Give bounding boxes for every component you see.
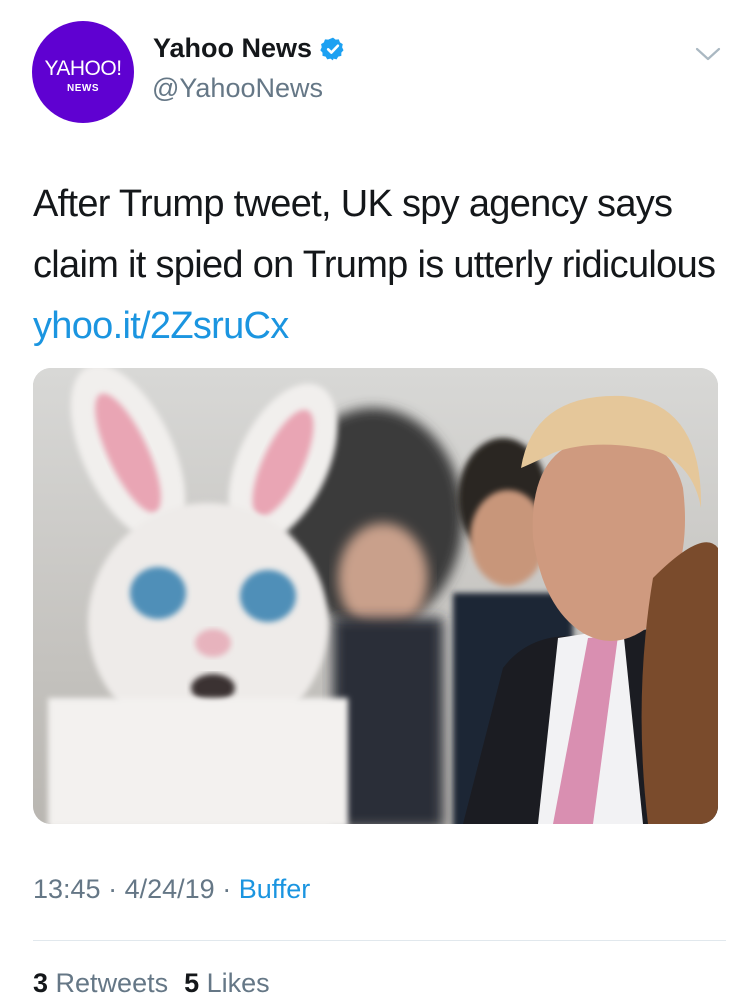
retweets-count: 3 xyxy=(33,968,49,998)
tweet-body: After Trump tweet, UK spy agency says cl… xyxy=(33,183,716,286)
meta-separator: · xyxy=(108,874,118,904)
photo-illustration xyxy=(33,368,718,824)
handle[interactable]: @YahooNews xyxy=(152,73,323,104)
tweet-stats: 3 Retweets 5 Likes xyxy=(33,968,270,999)
tweet-source[interactable]: Buffer xyxy=(239,874,311,904)
divider xyxy=(33,940,726,941)
retweets-stat[interactable]: 3 Retweets xyxy=(33,968,168,998)
tweet-photo[interactable] xyxy=(33,368,718,824)
tweet-text: After Trump tweet, UK spy agency says cl… xyxy=(33,174,723,357)
verified-badge-icon xyxy=(320,37,344,60)
tweet-date[interactable]: 4/24/19 xyxy=(125,874,215,904)
meta-separator: · xyxy=(222,874,232,904)
name-row: Yahoo News xyxy=(153,33,346,64)
chevron-down-icon[interactable] xyxy=(694,44,722,64)
avatar[interactable]: YAHOO! NEWS xyxy=(32,21,134,123)
tweet-meta: 13:45 · 4/24/19 · Buffer xyxy=(33,874,310,905)
likes-label: Likes xyxy=(206,968,270,998)
likes-stat[interactable]: 5 Likes xyxy=(184,968,270,998)
tweet-time[interactable]: 13:45 xyxy=(33,874,101,904)
tweet-link[interactable]: yhoo.it/2ZsruCx xyxy=(33,305,289,347)
avatar-sub-text: NEWS xyxy=(67,83,99,94)
avatar-brand-text: YAHOO! xyxy=(44,57,122,80)
display-name[interactable]: Yahoo News xyxy=(153,33,312,64)
likes-count: 5 xyxy=(184,968,200,998)
retweets-label: Retweets xyxy=(55,968,169,998)
